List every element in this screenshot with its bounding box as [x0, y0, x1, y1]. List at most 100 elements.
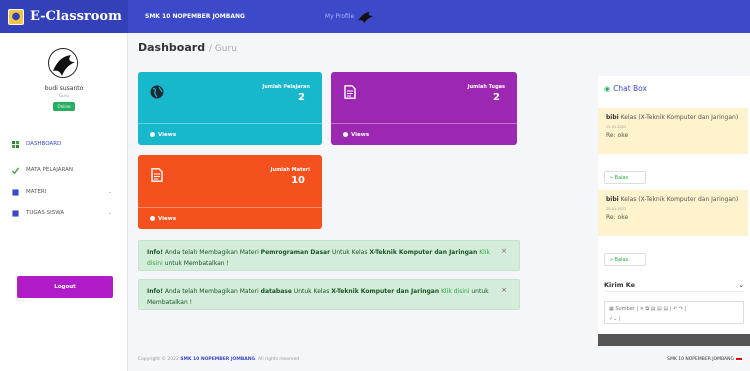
source-button-label[interactable]: Sumber: [615, 306, 635, 312]
logout-button[interactable]: Logout: [17, 276, 113, 298]
undo-icon[interactable]: | ↶: [670, 306, 677, 312]
sidebar-item-label: TUGAS SISWA: [26, 210, 65, 216]
card-views-label: Views: [158, 215, 177, 222]
user-role: Guru: [59, 93, 69, 98]
chat-reply-text: Re: oke: [606, 132, 629, 139]
redo-icon[interactable]: ↷ |: [679, 306, 686, 312]
card-views-link[interactable]: Views: [138, 123, 322, 145]
sidebar-item-tugas-siswa[interactable]: TUGAS SISWA ⌄: [12, 206, 120, 220]
paste-word-icon[interactable]: ▤: [663, 306, 668, 312]
card-views-link[interactable]: Views: [331, 123, 517, 145]
send-to-select[interactable]: Kirim Ke ⌄: [604, 278, 744, 292]
alert-info-label: Info!: [147, 288, 163, 295]
check-icon: [12, 166, 19, 174]
alert-kelas: X-Teknik Komputer dan Jaringan: [369, 249, 478, 256]
book-icon: [12, 209, 19, 217]
document-icon: [344, 85, 356, 99]
bird-logo-icon: [358, 11, 374, 23]
card-views-label: Views: [351, 131, 370, 138]
alert-materi: Pemrograman Dasar: [260, 249, 331, 256]
chat-date: 25-01-2022: [606, 125, 627, 129]
alert-info: Info! Anda telah Membagikan Materi Pemro…: [138, 240, 520, 271]
alert-text: Untuk Kelas: [330, 249, 370, 256]
chat-box-title: ◉ Chat Box: [604, 84, 647, 93]
globe-icon: [150, 85, 164, 99]
page-title: Dashboard / Guru: [138, 41, 237, 54]
chat-kelas-label: Kelas: [620, 196, 637, 203]
footer-school: SMK 10 NOPEMBER JOMBANG: [667, 357, 734, 362]
footer-text: Copyright © 2022: [138, 357, 181, 362]
alert-cancel-link[interactable]: Klik disini: [441, 288, 469, 295]
card-value: 2: [298, 92, 305, 103]
sidebar-item-materi[interactable]: MATERI ⌄: [12, 185, 120, 199]
sidebar: budi susanto Guru Online DASHBOARD MATA …: [0, 33, 128, 371]
page-subtitle: / Guru: [208, 44, 237, 54]
send-to-label: Kirim Ke: [604, 280, 636, 289]
card-views-link[interactable]: Views: [138, 207, 322, 229]
chat-box: ◉ Chat Box bibi Kelas (X-Teknik Komputer…: [598, 76, 750, 346]
spellcheck-icon[interactable]: ✓⌄ |: [609, 316, 621, 322]
chat-sender: bibi: [606, 196, 619, 203]
card-title: Jumlah Pelajaran: [262, 84, 310, 90]
avatar[interactable]: [48, 48, 78, 78]
bird-avatar-icon: [50, 50, 77, 77]
flag-icon: [736, 357, 742, 362]
card-jumlah-tugas: Jumlah Tugas 2 Views: [331, 72, 517, 145]
alert-info-label: Info!: [147, 249, 163, 256]
school-name: SMK 10 NOPEMBER JOMBANG: [145, 13, 245, 20]
page-title-text: Dashboard: [138, 41, 206, 54]
card-value: 2: [493, 92, 500, 103]
chat-message: bibi Kelas (X-Teknik Komputer dan Jaring…: [598, 108, 748, 154]
alert-kelas: X-Teknik Komputer dan Jaringan: [331, 288, 440, 295]
reply-button[interactable]: » Balas: [604, 253, 646, 266]
alert-materi: database: [260, 288, 292, 295]
brand-logo-icon: ●: [8, 8, 24, 25]
sidebar-item-mata-pelajaran[interactable]: MATA PELAJARAN: [12, 163, 120, 177]
arrow-circle-icon: [150, 216, 155, 221]
sidebar-item-dashboard[interactable]: DASHBOARD: [12, 137, 120, 151]
card-title: Jumlah Tugas: [467, 84, 505, 90]
sidebar-item-label: DASHBOARD: [26, 141, 62, 147]
chat-class: (X-Teknik Komputer dan Jaringan): [638, 196, 739, 203]
card-views-label: Views: [158, 131, 177, 138]
alert-text: Anda telah Membagikan Materi: [162, 288, 261, 295]
sidebar-item-label: MATERI: [26, 189, 47, 195]
my-profile-label: My Profile: [324, 13, 355, 20]
my-profile-link[interactable]: My Profile: [325, 10, 375, 24]
copy-icon[interactable]: ⧉: [646, 306, 650, 312]
alert-text: untuk Membatalkan !: [162, 260, 229, 267]
footer-text: . All rights reserved: [255, 357, 300, 362]
close-icon[interactable]: ×: [501, 246, 507, 257]
chevron-down-icon: ⌄: [107, 210, 112, 216]
paste-text-icon[interactable]: ▤: [657, 306, 662, 312]
footer-right: SMK 10 NOPEMBER JOMBANG: [667, 357, 742, 362]
card-jumlah-materi: Jumlah Materi 10 Views: [138, 155, 322, 229]
chat-kelas-label: Kelas: [620, 114, 637, 121]
user-name: budi susanto: [44, 85, 84, 92]
source-icon[interactable]: ▦: [609, 306, 614, 312]
chat-class: (X-Teknik Komputer dan Jaringan): [638, 114, 739, 121]
brand-name: E-Classroom: [30, 9, 122, 24]
paste-icon[interactable]: ▤: [651, 306, 656, 312]
comments-icon: ◉: [604, 84, 611, 93]
chat-message: bibi Kelas (X-Teknik Komputer dan Jaring…: [598, 190, 748, 236]
alert-text: Anda telah Membagikan Materi: [162, 249, 261, 256]
sidebar-item-label: MATA PELAJARAN: [26, 167, 74, 173]
chevron-down-icon: ⌄: [107, 189, 112, 195]
top-navbar: ● E-Classroom SMK 10 NOPEMBER JOMBANG My…: [0, 0, 750, 33]
brand[interactable]: ● E-Classroom: [0, 0, 128, 33]
reply-button[interactable]: » Balas: [604, 171, 646, 184]
message-editor-toolbar[interactable]: ▦ Sumber | ✕ ⧉ ▤ ▤ ▤ | ↶ ↷ | ✓⌄ |: [604, 301, 744, 324]
footer-brand[interactable]: SMK 10 NOPEMBER JOMBANG: [180, 357, 255, 362]
arrow-circle-icon: [343, 132, 348, 137]
chevron-down-icon: ⌄: [738, 280, 744, 289]
cut-icon[interactable]: | ✕: [636, 306, 643, 312]
editor-bar: [598, 334, 750, 346]
alert-info: Info! Anda telah Membagikan Materi datab…: [138, 279, 520, 310]
arrow-circle-icon: [150, 132, 155, 137]
close-icon[interactable]: ×: [501, 285, 507, 296]
document-icon: [151, 168, 163, 182]
chat-sender: bibi: [606, 114, 619, 121]
chat-box-title-text: Chat Box: [613, 84, 647, 93]
chat-date: 25-01-2022: [606, 207, 627, 211]
